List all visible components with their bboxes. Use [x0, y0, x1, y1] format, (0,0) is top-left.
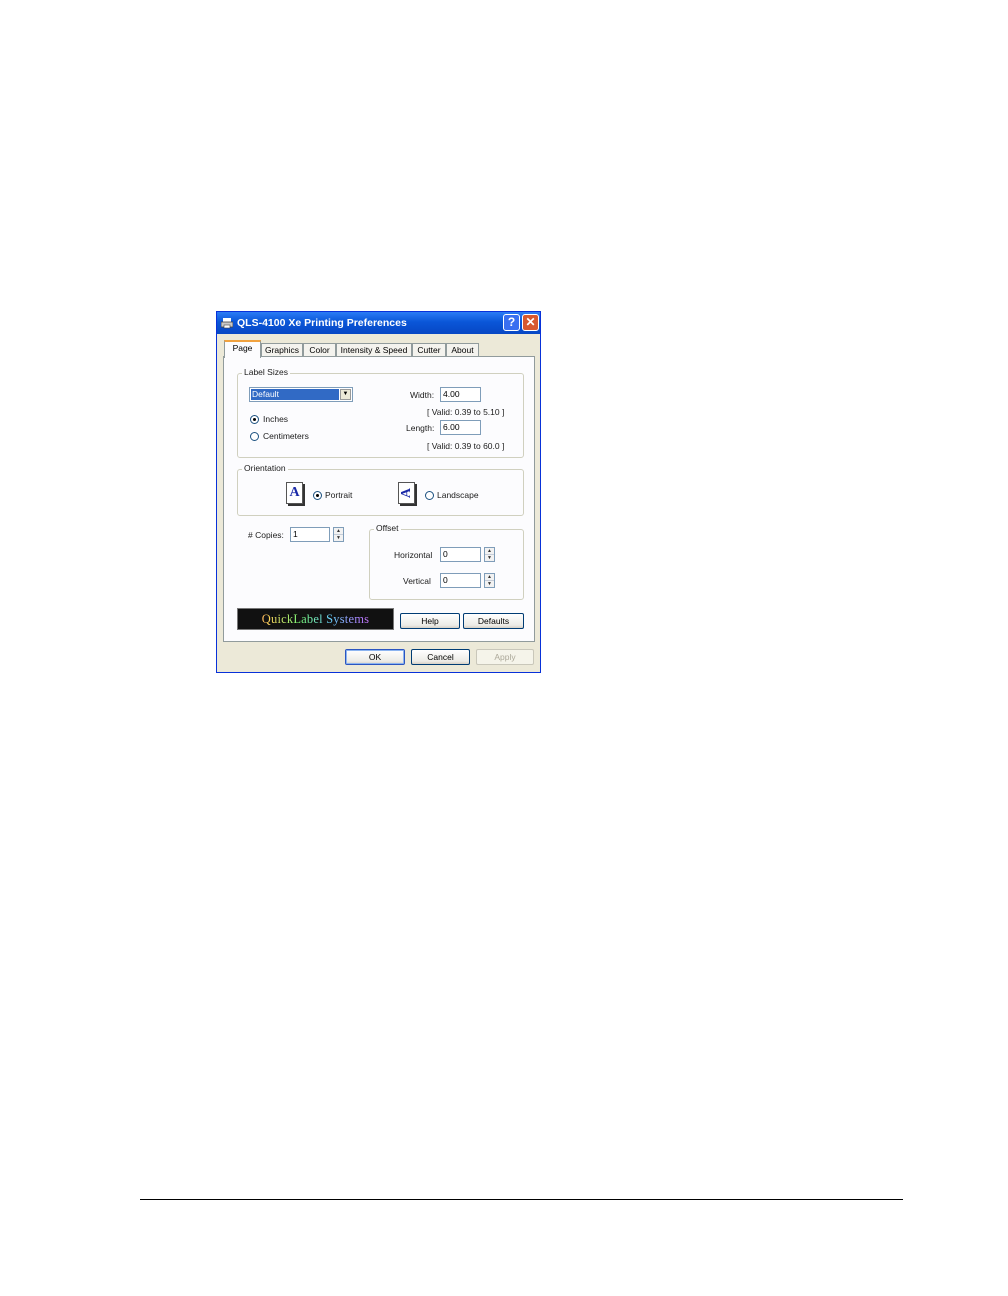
horizontal-label: Horizontal [394, 550, 433, 560]
tab-color[interactable]: Color [303, 343, 336, 357]
tab-graphics[interactable]: Graphics [261, 343, 303, 357]
title-bar[interactable]: QLS-4100 Xe Printing Preferences ? ✕ [217, 312, 540, 334]
radio-selected-dot [253, 418, 256, 421]
radio-inches[interactable] [250, 415, 259, 424]
label-size-selected: Default [251, 389, 339, 400]
radio-centimeters[interactable] [250, 432, 259, 441]
tab-label: Color [309, 345, 330, 355]
spin-up-icon[interactable]: ▲ [485, 574, 494, 581]
inches-label[interactable]: Inches [263, 414, 288, 424]
orientation-legend: Orientation [242, 463, 288, 473]
portrait-label[interactable]: Portrait [325, 490, 352, 500]
footer-rule [140, 1199, 903, 1200]
offset-group [369, 529, 524, 600]
title-help-button[interactable]: ? [503, 314, 520, 331]
printing-preferences-dialog: QLS-4100 Xe Printing Preferences ? ✕ Pag… [216, 311, 541, 673]
horizontal-stepper[interactable]: ▲ ▼ [484, 547, 495, 562]
offset-legend: Offset [374, 523, 401, 533]
landscape-page-icon: A [398, 482, 415, 504]
quicklabel-logo: QuickLabel Systems [237, 608, 394, 630]
length-label: Length: [406, 423, 435, 433]
radio-selected-dot [316, 494, 319, 497]
horizontal-offset-input[interactable]: 0 [440, 547, 481, 562]
landscape-label[interactable]: Landscape [437, 490, 479, 500]
copies-stepper[interactable]: ▲ ▼ [333, 527, 344, 542]
tab-about[interactable]: About [446, 343, 479, 357]
ok-button[interactable]: OK [345, 649, 405, 665]
tab-label: Page [232, 343, 253, 353]
width-label: Width: [410, 390, 435, 400]
centimeters-label[interactable]: Centimeters [263, 431, 309, 441]
cancel-button[interactable]: Cancel [411, 649, 470, 665]
spin-up-icon[interactable]: ▲ [334, 528, 343, 535]
spin-down-icon[interactable]: ▼ [485, 555, 494, 561]
tab-intensity-speed[interactable]: Intensity & Speed [336, 343, 412, 357]
landscape-glyph: A [399, 487, 414, 499]
vertical-label: Vertical [403, 576, 431, 586]
portrait-page-icon: A [286, 482, 303, 504]
chevron-down-icon[interactable]: ▼ [340, 389, 351, 400]
label-sizes-legend: Label Sizes [242, 367, 290, 377]
logo-text: QuickLabel Systems [238, 612, 393, 627]
vertical-offset-input[interactable]: 0 [440, 573, 481, 588]
radio-landscape[interactable] [425, 491, 434, 500]
vertical-stepper[interactable]: ▲ ▼ [484, 573, 495, 588]
spin-down-icon[interactable]: ▼ [334, 535, 343, 541]
width-valid-range: [ Valid: 0.39 to 5.10 ] [427, 407, 505, 417]
label-size-dropdown[interactable]: Default ▼ [249, 387, 353, 402]
orientation-group [237, 469, 524, 516]
tab-cutter[interactable]: Cutter [412, 343, 446, 357]
width-input[interactable]: 4.00 [440, 387, 481, 402]
tab-label: Cutter [417, 345, 441, 355]
close-button[interactable]: ✕ [522, 314, 539, 331]
tab-label: Graphics [264, 345, 299, 355]
length-input[interactable]: 6.00 [440, 420, 481, 435]
defaults-button[interactable]: Defaults [463, 613, 524, 629]
tab-panel-page: Label Sizes Default ▼ Inches Centimeters… [223, 356, 535, 642]
spin-up-icon[interactable]: ▲ [485, 548, 494, 555]
tab-page[interactable]: Page [224, 340, 261, 358]
tab-label: Intensity & Speed [340, 345, 408, 355]
apply-button[interactable]: Apply [476, 649, 534, 665]
copies-input[interactable]: 1 [290, 527, 330, 542]
printer-icon [220, 316, 234, 329]
tab-label: About [451, 345, 474, 355]
spin-down-icon[interactable]: ▼ [485, 581, 494, 587]
radio-portrait[interactable] [313, 491, 322, 500]
length-valid-range: [ Valid: 0.39 to 60.0 ] [427, 441, 505, 451]
help-button[interactable]: Help [400, 613, 460, 629]
copies-label: # Copies: [248, 530, 284, 540]
window-title: QLS-4100 Xe Printing Preferences [237, 317, 407, 329]
